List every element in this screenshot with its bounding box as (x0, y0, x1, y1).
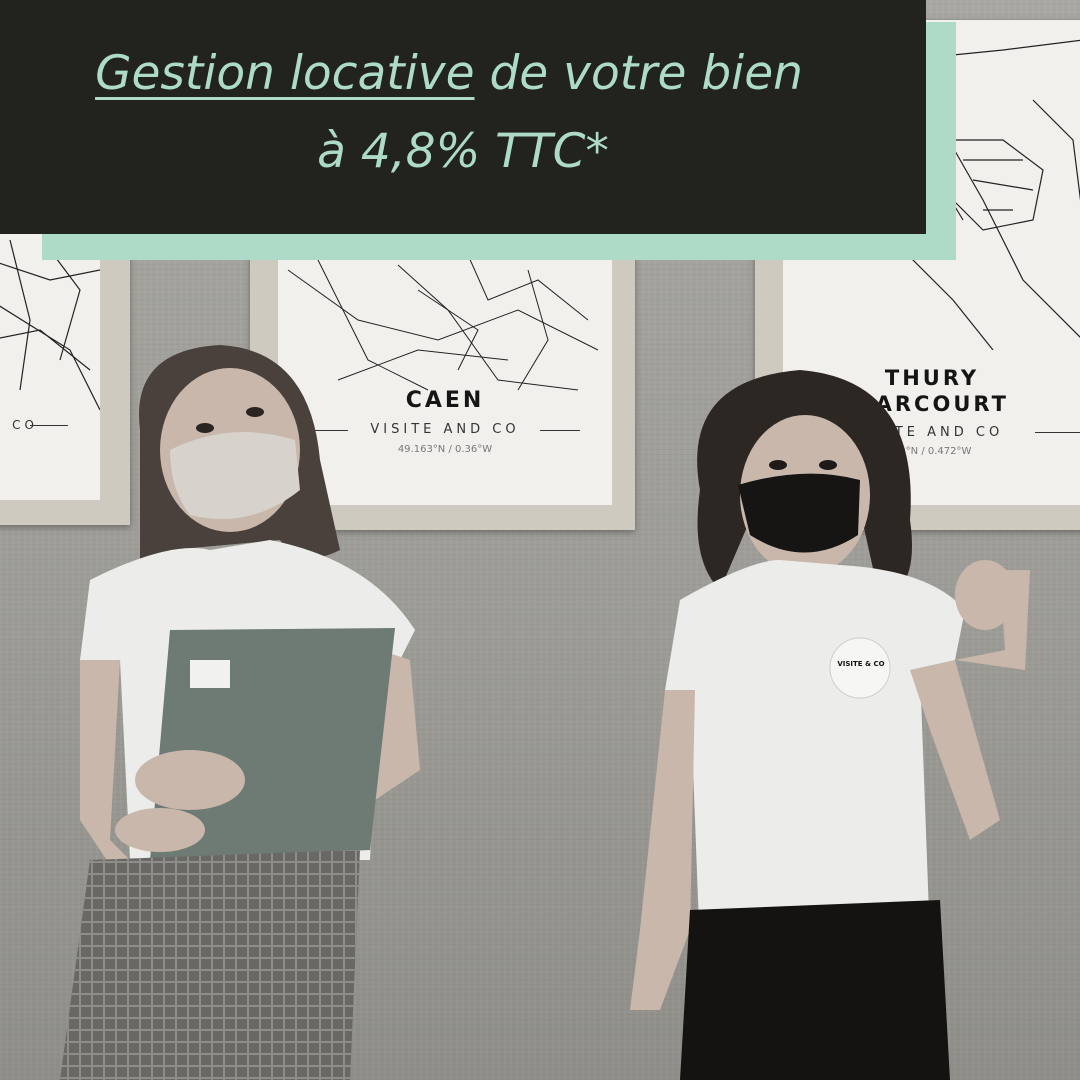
person-right: VISITE & CO (610, 370, 1060, 1080)
person-left (50, 340, 430, 1080)
photo-canvas: CO CAEN VISITE AND CO 49.163°N / 0.36°W … (0, 0, 1080, 1080)
headline-rest: de votre bien (474, 46, 803, 101)
headline-line-1: Gestion locative de votre bien (0, 50, 912, 97)
visite-co-badge-bg (829, 637, 891, 699)
person-right-illustration (630, 370, 1030, 1080)
headline-banner: Gestion locative de votre bien à 4,8% TT… (0, 0, 926, 234)
badge-text: VISITE & CO (837, 660, 885, 668)
headline-line-2: à 4,8% TTC* (317, 124, 609, 179)
headline-underlined: Gestion locative (95, 46, 475, 101)
person-left-illustration (60, 345, 420, 1080)
poster-caen-rule-right (540, 430, 580, 431)
